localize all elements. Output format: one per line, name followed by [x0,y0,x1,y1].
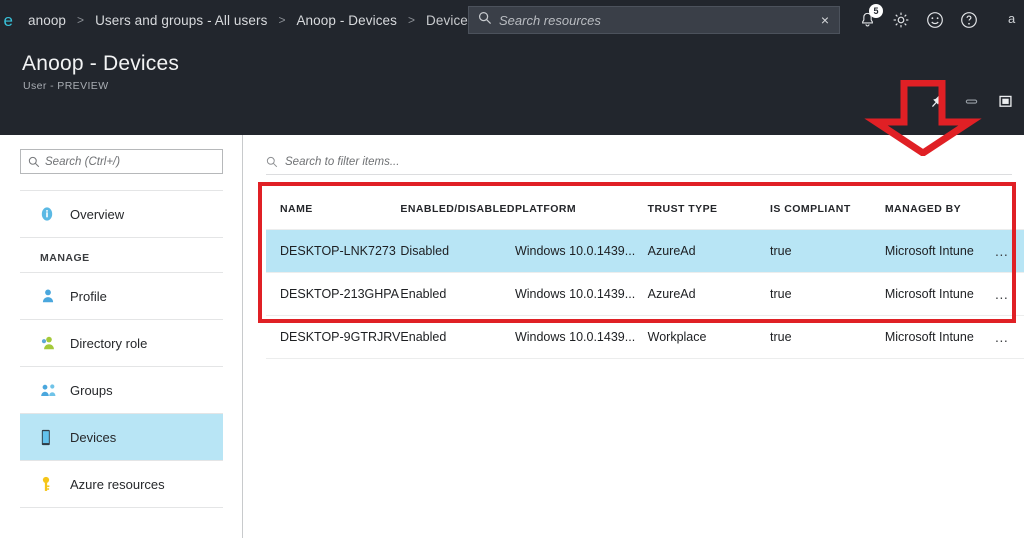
breadcrumb-separator-icon: > [278,13,286,27]
clear-search-icon[interactable]: × [821,12,829,28]
breadcrumb-item-device[interactable]: Device [426,13,468,28]
cell-trust-type: AzureAd [647,229,771,273]
column-header-platform[interactable]: PLATFORM [514,187,648,230]
top-navigation-bar: e anoop > Users and groups - All users >… [0,0,1024,40]
row-context-menu-icon[interactable]: … [994,286,1010,302]
maximize-blade-icon[interactable] [996,92,1014,110]
cell-is-compliant: true [770,272,885,316]
top-bar-icon-group: 5 [850,4,986,36]
cell-enabled-disabled: Disabled [400,229,515,273]
breadcrumb-item-anoop[interactable]: anoop [28,13,66,28]
column-header-is-compliant[interactable]: IS COMPLIANT [770,187,885,230]
blade-header: Anoop - Devices User - PREVIEW [0,40,1024,160]
sidebar-item-label: Azure resources [70,476,165,492]
cell-device-name[interactable]: DESKTOP-LNK7273 [266,229,401,273]
key-icon [40,476,62,493]
breadcrumb: anoop > Users and groups - All users > A… [28,13,468,28]
person-icon [40,288,62,304]
filter-items-search[interactable]: Search to filter items... [266,149,1012,175]
search-icon [478,11,492,30]
column-header-actions [994,187,1024,230]
column-header-name[interactable]: NAME [266,187,401,230]
global-search-input[interactable]: Search resources [499,13,821,28]
blade-window-controls [928,92,1014,110]
cell-platform: Windows 10.0.1439... [514,229,648,273]
cell-is-compliant: true [770,229,885,273]
table-header: NAME ENABLED/DISABLED PLATFORM TRUST TYP… [266,187,1024,230]
table-row[interactable]: DESKTOP-9GTRJRV Enabled Windows 10.0.143… [266,315,1024,359]
sidebar-item-overview[interactable]: Overview [20,191,223,237]
cell-enabled-disabled: Enabled [400,315,515,359]
sidebar-item-devices[interactable]: Devices [20,414,223,460]
column-header-managed-by[interactable]: MANAGED BY [884,187,995,230]
nav-divider [20,507,223,508]
table-header-row: NAME ENABLED/DISABLED PLATFORM TRUST TYP… [266,187,1024,230]
user-avatar-fragment[interactable]: a [1008,11,1024,29]
table-body: DESKTOP-LNK7273 Disabled Windows 10.0.14… [266,229,1024,359]
device-phone-icon [40,429,62,446]
minimize-blade-icon[interactable] [962,92,980,110]
cell-managed-by: Microsoft Intune [884,272,995,316]
pin-blade-icon[interactable] [928,92,946,110]
settings-gear-icon[interactable] [884,4,918,36]
cell-managed-by: Microsoft Intune [884,229,995,273]
sidebar-item-label: Directory role [70,335,148,351]
sidebar-item-azure-resources[interactable]: Azure resources [20,461,223,507]
page-subtitle: User - PREVIEW [23,80,109,92]
row-context-menu-icon[interactable]: … [994,329,1010,345]
filter-items-placeholder: Search to filter items... [285,155,400,168]
cell-is-compliant: true [770,315,885,359]
feedback-smiley-icon[interactable] [918,4,952,36]
table-row[interactable]: DESKTOP-213GHPA Enabled Windows 10.0.143… [266,272,1024,316]
cell-platform: Windows 10.0.1439... [514,315,648,359]
breadcrumb-item-anoop-devices[interactable]: Anoop - Devices [296,13,397,28]
sidebar-search-placeholder: Search (Ctrl+/) [45,155,121,168]
groups-icon [40,382,62,398]
sidebar-item-directory-role[interactable]: Directory role [20,320,223,366]
column-header-enabled-disabled[interactable]: ENABLED/DISABLED [400,187,515,230]
person-role-icon [40,335,62,351]
azure-logo-fragment[interactable]: e [0,12,14,29]
breadcrumb-separator-icon: > [77,13,85,27]
devices-content-pane: Search to filter items... NAME ENABLED/D… [244,135,1024,538]
cell-enabled-disabled: Enabled [400,272,515,316]
sidebar-item-label: Groups [70,382,113,398]
global-search-box[interactable]: Search resources × [468,6,840,34]
sidebar-item-label: Profile [70,288,107,304]
table-row[interactable]: DESKTOP-LNK7273 Disabled Windows 10.0.14… [266,229,1024,273]
sidebar-group-manage: MANAGE [40,252,90,264]
cell-trust-type: AzureAd [647,272,771,316]
devices-table: NAME ENABLED/DISABLED PLATFORM TRUST TYP… [266,187,1024,359]
cell-managed-by: Microsoft Intune [884,315,995,359]
search-icon [28,156,40,168]
breadcrumb-separator-icon: > [408,13,416,27]
cell-trust-type: Workplace [647,315,771,359]
column-header-trust-type[interactable]: TRUST TYPE [647,187,771,230]
sidebar-search-input[interactable]: Search (Ctrl+/) [20,149,223,174]
notification-count-badge: 5 [869,4,883,18]
page-title: Anoop - Devices [22,52,180,75]
search-icon [266,156,278,168]
breadcrumb-item-users-and-groups[interactable]: Users and groups - All users [95,13,267,28]
sidebar-item-label: Overview [70,206,125,222]
cell-device-name[interactable]: DESKTOP-9GTRJRV [266,315,401,359]
notifications-bell-icon[interactable]: 5 [850,4,884,36]
cell-platform: Windows 10.0.1439... [514,272,648,316]
sidebar-nav-list: Overview MANAGE Profile Directory role G… [0,190,243,508]
sidebar-item-label: Devices [70,429,117,445]
azure-portal-screen: e anoop > Users and groups - All users >… [0,0,1024,538]
blade-sidebar: Search (Ctrl+/) Overview MANAGE Profile … [0,135,243,538]
cell-device-name[interactable]: DESKTOP-213GHPA [266,272,401,316]
row-context-menu-icon[interactable]: … [994,243,1010,259]
help-question-icon[interactable] [952,4,986,36]
sidebar-item-groups[interactable]: Groups [20,367,223,413]
info-circle-icon [40,206,62,222]
sidebar-item-profile[interactable]: Profile [20,273,223,319]
